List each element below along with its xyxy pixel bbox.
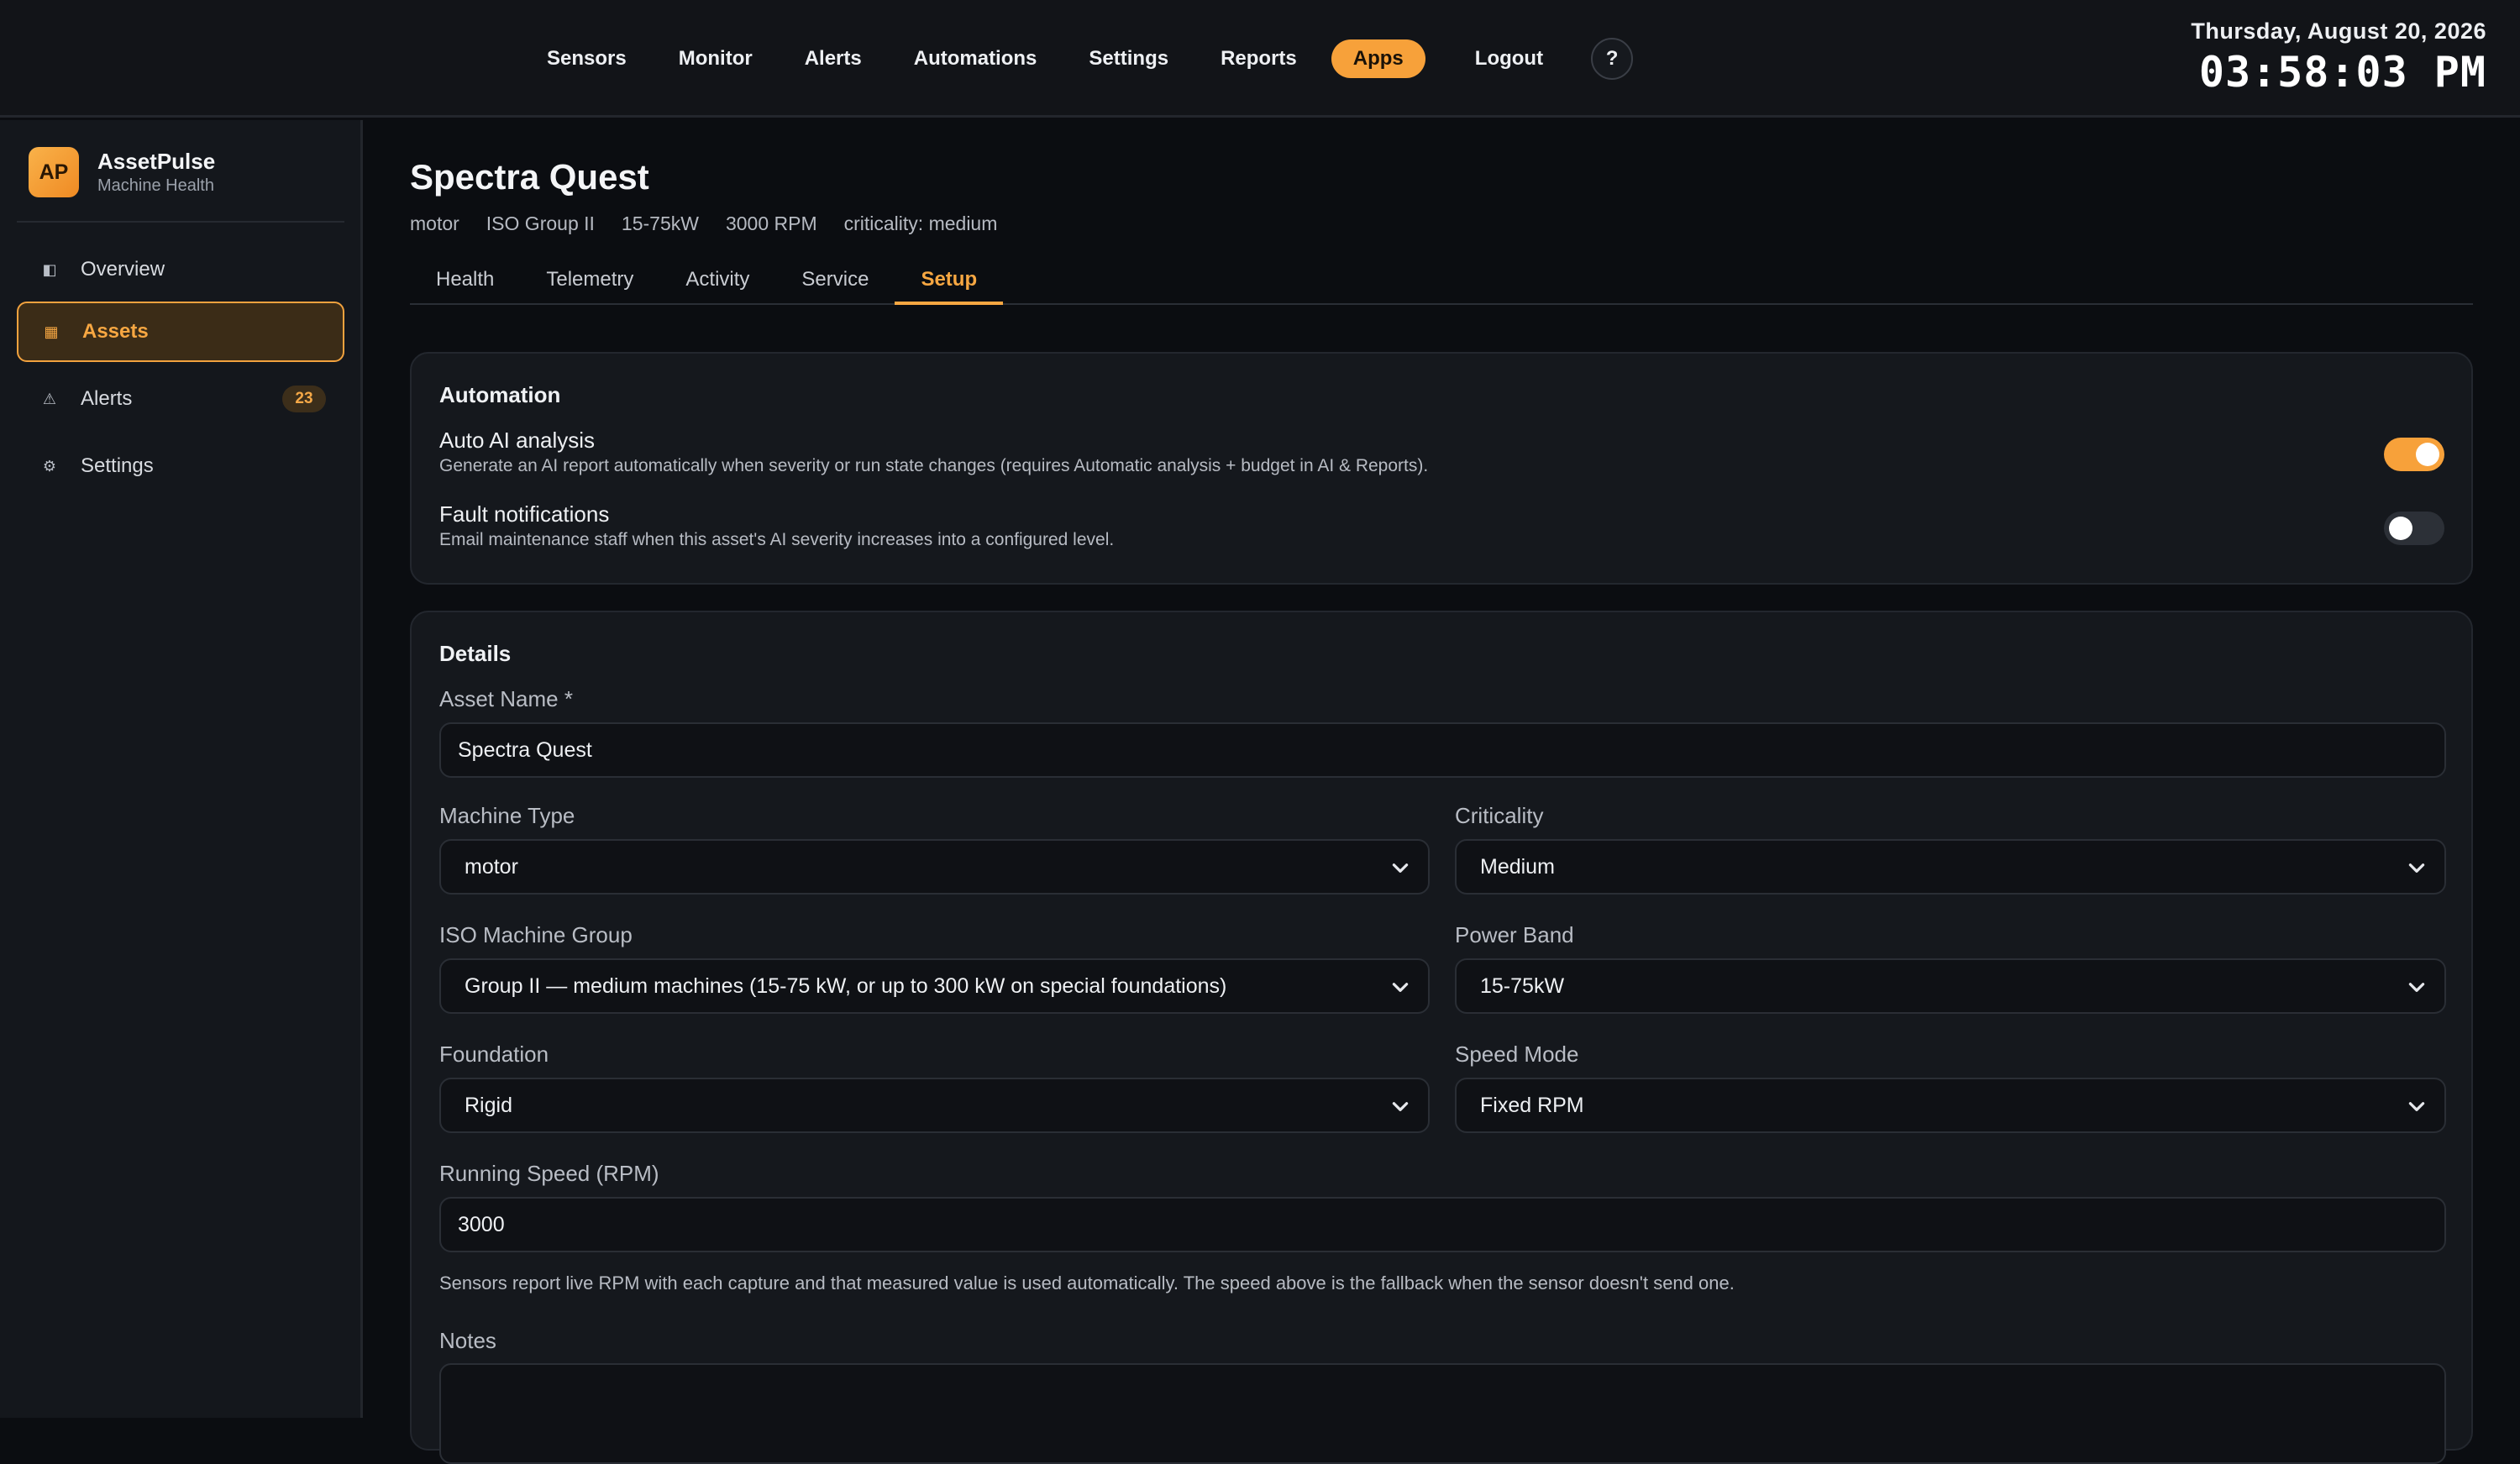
foundation-value: Rigid <box>465 1093 512 1117</box>
meta-criticality: criticality: medium <box>843 213 998 234</box>
machine-type-select[interactable]: motor <box>439 839 1430 895</box>
asset-name-value: Spectra Quest <box>458 737 592 762</box>
nav-automations[interactable]: Automations <box>888 39 1063 78</box>
sidebar-item-alerts[interactable]: ⚠ Alerts 23 <box>17 369 344 429</box>
speed-mode-value: Fixed RPM <box>1480 1093 1584 1117</box>
toggle-knob <box>2416 443 2439 466</box>
criticality-value: Medium <box>1480 854 1555 879</box>
fault-notifications-toggle[interactable] <box>2384 512 2444 545</box>
notes-label: Notes <box>439 1328 496 1353</box>
chevron-down-icon <box>2408 863 2425 873</box>
fault-notifications-description: Email maintenance staff when this asset'… <box>439 530 1115 549</box>
machine-type-value: motor <box>465 854 518 879</box>
brand-name: AssetPulse <box>97 149 216 174</box>
details-card: Details Asset Name * Spectra Quest Machi… <box>410 611 2473 1464</box>
main-content: Spectra Quest motor ISO Group II 15-75kW… <box>410 120 2473 1464</box>
sidebar-item-label: Assets <box>82 320 149 343</box>
chevron-down-icon <box>1392 983 1409 992</box>
auto-ai-title: Auto AI analysis <box>439 428 595 453</box>
power-band-value: 15-75kW <box>1480 973 1565 998</box>
iso-group-value: Group II — medium machines (15-75 kW, or… <box>465 973 1227 998</box>
nav-alerts[interactable]: Alerts <box>779 39 888 78</box>
asset-name-input[interactable]: Spectra Quest <box>439 722 2446 778</box>
asset-name-label: Asset Name * <box>439 686 573 711</box>
clock: Thursday, August 20, 2026 03:58:03 PM <box>2191 18 2486 97</box>
warning-icon: ⚠ <box>42 390 57 407</box>
clock-date: Thursday, August 20, 2026 <box>2191 18 2486 44</box>
toggle-knob <box>2389 517 2412 540</box>
sidebar-item-settings[interactable]: ⚙ Settings <box>17 436 344 496</box>
running-speed-input[interactable]: 3000 <box>439 1197 2446 1252</box>
speed-mode-select[interactable]: Fixed RPM <box>1455 1078 2446 1133</box>
tab-service[interactable]: Service <box>775 254 895 305</box>
sidebar-item-overview[interactable]: ◧ Overview <box>17 239 344 300</box>
meta-rpm: 3000 RPM <box>725 213 817 234</box>
criticality-label: Criticality <box>1455 803 1544 828</box>
tab-telemetry[interactable]: Telemetry <box>520 254 659 305</box>
sidebar-item-label: Settings <box>81 454 154 477</box>
machine-type-label: Machine Type <box>439 803 575 828</box>
notes-textarea[interactable] <box>439 1363 2446 1464</box>
chevron-down-icon <box>1392 863 1409 873</box>
criticality-select[interactable]: Medium <box>1455 839 2446 895</box>
meta-iso-group: ISO Group II <box>486 213 595 234</box>
running-speed-hint: Sensors report live RPM with each captur… <box>439 1272 1735 1293</box>
power-band-label: Power Band <box>1455 922 1574 947</box>
foundation-select[interactable]: Rigid <box>439 1078 1430 1133</box>
running-speed-value: 3000 <box>458 1212 505 1236</box>
foundation-label: Foundation <box>439 1042 549 1067</box>
tab-activity[interactable]: Activity <box>659 254 775 305</box>
nav-sensors[interactable]: Sensors <box>521 39 653 78</box>
automation-card: Automation Auto AI analysis Generate an … <box>410 352 2473 585</box>
chevron-down-icon <box>1392 1102 1409 1111</box>
gear-icon: ⚙ <box>42 457 57 475</box>
help-button[interactable]: ? <box>1591 38 1634 80</box>
asset-tabs: Health Telemetry Activity Service Setup <box>410 254 2473 305</box>
running-speed-label: Running Speed (RPM) <box>439 1161 659 1186</box>
page-title: Spectra Quest <box>410 157 649 197</box>
chevron-down-icon <box>2408 983 2425 992</box>
tab-health[interactable]: Health <box>410 254 520 305</box>
auto-ai-description: Generate an AI report automatically when… <box>439 456 1429 475</box>
brand-text: AssetPulse Machine Health <box>97 149 215 196</box>
brand-logo: AP <box>29 147 79 197</box>
automation-title: Automation <box>439 382 561 407</box>
chevron-down-icon <box>2408 1102 2425 1111</box>
sidebar-item-label: Alerts <box>81 387 133 410</box>
auto-ai-toggle[interactable] <box>2384 438 2444 471</box>
speed-mode-label: Speed Mode <box>1455 1042 1579 1067</box>
iso-group-select[interactable]: Group II — medium machines (15-75 kW, or… <box>439 958 1430 1014</box>
nav-apps[interactable]: Apps <box>1331 39 1425 78</box>
alerts-count-badge: 23 <box>282 386 326 412</box>
sidebar-item-assets[interactable]: ▦ Assets <box>17 302 344 362</box>
iso-group-label: ISO Machine Group <box>439 922 633 947</box>
asset-meta: motor ISO Group II 15-75kW 3000 RPM crit… <box>410 213 1024 235</box>
clock-time: 03:58:03 PM <box>2198 48 2486 97</box>
meta-machine-type: motor <box>410 213 459 234</box>
nav-settings[interactable]: Settings <box>1063 39 1194 78</box>
tab-setup[interactable]: Setup <box>895 254 1004 305</box>
sidebar-divider <box>17 221 344 223</box>
top-bar: Sensors Monitor Alerts Automations Setti… <box>0 0 2520 118</box>
fault-notifications-title: Fault notifications <box>439 501 610 527</box>
sidebar: AP AssetPulse Machine Health ◧ Overview … <box>0 120 363 1418</box>
brand-subtitle: Machine Health <box>97 176 214 195</box>
help-icon: ? <box>1605 47 1619 70</box>
power-band-select[interactable]: 15-75kW <box>1455 958 2446 1014</box>
top-navigation: Sensors Monitor Alerts Automations Setti… <box>521 37 1634 81</box>
sidebar-item-label: Overview <box>81 258 165 281</box>
assets-grid-icon: ▦ <box>44 323 59 340</box>
nav-monitor[interactable]: Monitor <box>653 39 779 78</box>
overview-icon: ◧ <box>42 260 57 278</box>
details-title: Details <box>439 641 512 666</box>
meta-power-band: 15-75kW <box>621 213 699 234</box>
nav-reports[interactable]: Reports <box>1194 39 1323 78</box>
brand[interactable]: AP AssetPulse Machine Health <box>29 147 215 197</box>
logout-button[interactable]: Logout <box>1449 39 1569 78</box>
